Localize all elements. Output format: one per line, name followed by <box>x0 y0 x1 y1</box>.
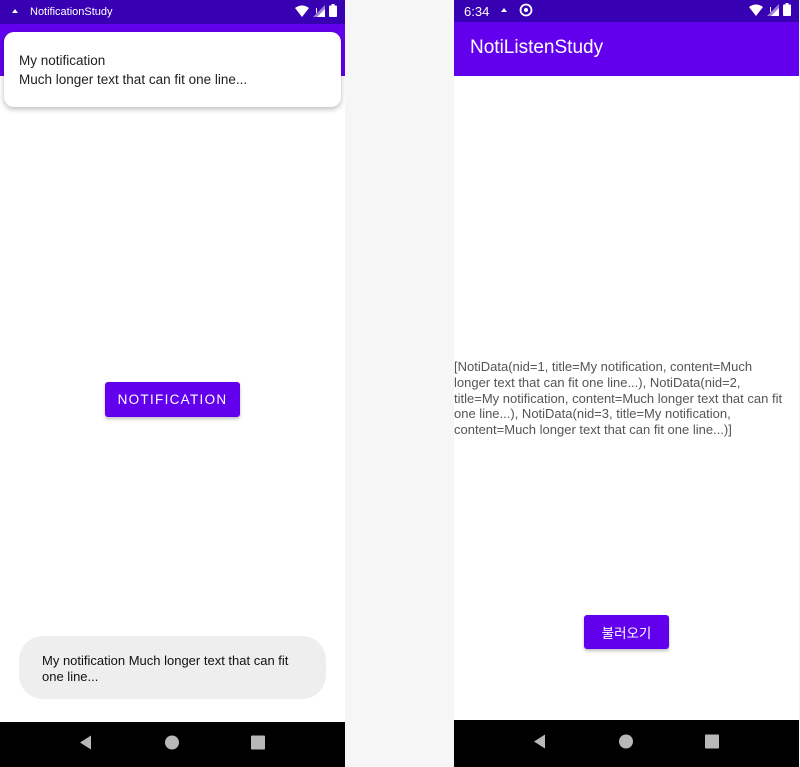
navigation-bar <box>454 720 799 767</box>
wifi-icon <box>749 4 763 19</box>
status-app-title: NotificationStudy <box>30 6 113 18</box>
wifi-icon <box>295 5 309 20</box>
signal-icon <box>313 4 325 20</box>
home-icon[interactable] <box>618 733 634 754</box>
recents-icon[interactable] <box>251 735 265 754</box>
recents-icon[interactable] <box>705 734 719 753</box>
signal-icon <box>767 3 779 19</box>
load-button[interactable]: 불러오기 <box>584 615 669 649</box>
navigation-bar <box>0 722 345 767</box>
right-phone-screen: 6:34 NotiListenStudy [NotiData(nid=1, ti… <box>454 0 799 767</box>
status-bar: NotificationStudy <box>0 0 345 24</box>
home-icon[interactable] <box>164 734 180 755</box>
notification-content: Much longer text that can fit one line..… <box>19 72 248 87</box>
notification-button[interactable]: NOTIFICATION <box>105 382 240 417</box>
app-bar-title: NotiListenStudy <box>470 37 604 58</box>
toast-text: My notification Much longer text that ca… <box>42 653 289 684</box>
sync-icon <box>519 3 533 20</box>
status-time: 6:34 <box>464 3 490 19</box>
back-icon[interactable] <box>78 734 94 755</box>
left-phone-screen: NotificationStudy My notification Much l… <box>0 0 345 767</box>
notification-arrow-icon <box>10 6 20 19</box>
battery-icon <box>329 4 337 20</box>
notification-arrow-icon <box>499 5 509 18</box>
toast-message: My notification Much longer text that ca… <box>19 636 326 699</box>
notification-list-text: [NotiData(nid=1, title=My notification, … <box>454 359 783 438</box>
notification-title: My notification <box>19 53 106 68</box>
back-icon[interactable] <box>532 733 548 754</box>
heads-up-notification[interactable]: My notification Much longer text that ca… <box>4 32 341 107</box>
battery-icon <box>783 3 791 19</box>
app-bar: NotiListenStudy <box>454 22 799 76</box>
status-bar: 6:34 <box>454 0 799 22</box>
